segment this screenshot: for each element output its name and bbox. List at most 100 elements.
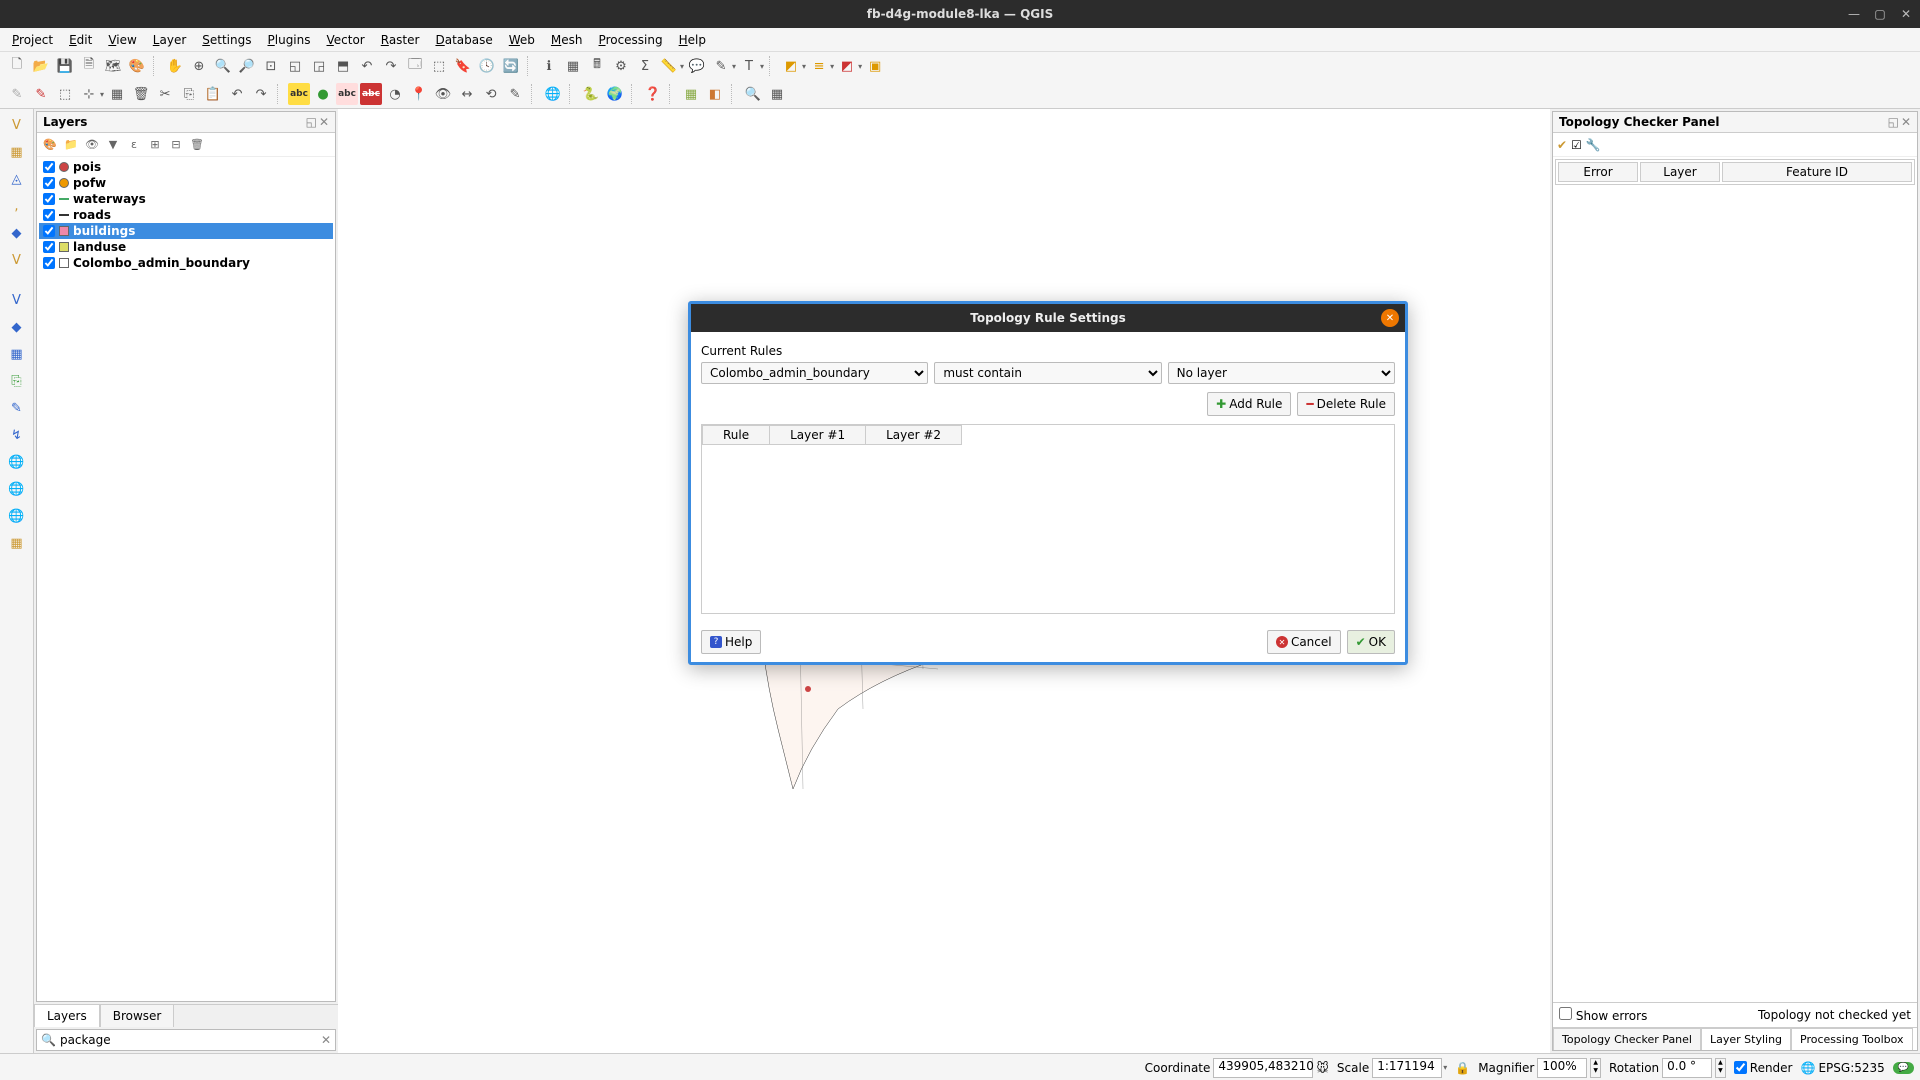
col-layer1[interactable]: Layer #1	[770, 426, 866, 445]
delete-rule-button[interactable]: ━Delete Rule	[1297, 392, 1395, 416]
menu-mesh[interactable]: Mesh	[543, 30, 591, 50]
new-shapefile-icon[interactable]: V	[5, 288, 29, 312]
vertex-tool-icon[interactable]: ⊹	[78, 83, 100, 105]
expand-all-icon[interactable]: ⊞	[146, 136, 164, 154]
label-show-icon[interactable]: 👁	[432, 83, 454, 105]
undo-icon[interactable]: ↶	[226, 83, 248, 105]
layer-row-roads[interactable]: roads	[39, 207, 333, 223]
ok-button[interactable]: ✔OK	[1347, 630, 1395, 654]
menu-web[interactable]: Web	[501, 30, 543, 50]
wms-icon[interactable]: 🌐	[5, 450, 29, 474]
validate-all-icon[interactable]: ✔	[1557, 138, 1567, 152]
remove-layer-icon[interactable]: 🗑	[188, 136, 206, 154]
new-map-view-icon[interactable]: 🗔	[404, 55, 426, 77]
raster-layer-icon[interactable]: ▦	[5, 140, 29, 164]
open-attr-table-icon[interactable]: ▦	[562, 55, 584, 77]
paste-features-icon[interactable]: 📋	[202, 83, 224, 105]
layer-visibility-checkbox[interactable]	[43, 241, 55, 253]
panel-undock-icon[interactable]: ◱	[1888, 115, 1899, 129]
style-manager-icon[interactable]: 🎨	[126, 55, 148, 77]
zoom-out-icon[interactable]: 🔎	[236, 55, 258, 77]
new-virtual-icon[interactable]: ✎	[5, 396, 29, 420]
layer-visibility-checkbox[interactable]	[43, 225, 55, 237]
tab-browser[interactable]: Browser	[100, 1004, 175, 1027]
map-tips-icon[interactable]: 💬	[686, 55, 708, 77]
filter-legend-icon[interactable]: ▼	[104, 136, 122, 154]
layer-row-waterways[interactable]: waterways	[39, 191, 333, 207]
clear-locator-icon[interactable]: ✕	[321, 1033, 331, 1047]
spatialite-icon[interactable]: ◆	[5, 221, 29, 245]
panel-close-icon[interactable]: ✕	[1901, 115, 1911, 129]
pan-to-selection-icon[interactable]: ⊕	[188, 55, 210, 77]
georef-icon[interactable]: ▦	[766, 83, 788, 105]
layer-row-landuse[interactable]: landuse	[39, 239, 333, 255]
layer-style-icon[interactable]: 🎨	[41, 136, 59, 154]
coord-toggle-icon[interactable]: 🐭	[1316, 1061, 1329, 1075]
cancel-button[interactable]: ✕Cancel	[1267, 630, 1341, 654]
csv-layer-icon[interactable]: ,	[5, 194, 29, 218]
wcs-icon[interactable]: 🌐	[5, 477, 29, 501]
menu-help[interactable]: Help	[671, 30, 714, 50]
zoom-full-icon[interactable]: ⊡	[260, 55, 282, 77]
manage-visibility-icon[interactable]: 👁	[83, 136, 101, 154]
layer-row-buildings[interactable]: buildings	[39, 223, 333, 239]
zoom-in-icon[interactable]: 🔍	[212, 55, 234, 77]
virtual-layer-icon[interactable]: V	[5, 248, 29, 272]
layer-row-pofw[interactable]: pofw	[39, 175, 333, 191]
render-checkbox[interactable]: Render	[1734, 1061, 1793, 1075]
configure-icon[interactable]: 🔧	[1586, 138, 1601, 152]
stats-icon[interactable]: Σ	[634, 55, 656, 77]
zoom-layer-icon[interactable]: ◲	[308, 55, 330, 77]
temporal-icon[interactable]: 🕓	[476, 55, 498, 77]
diagram-icon[interactable]: ◔	[384, 83, 406, 105]
new-bookmark-icon[interactable]: 🔖	[452, 55, 474, 77]
menu-edit[interactable]: Edit	[61, 30, 100, 50]
toggle-editing-icon[interactable]: ✎	[6, 83, 28, 105]
layer1-select[interactable]: Colombo_admin_boundary	[701, 362, 928, 384]
topology-checker-icon[interactable]: ▦	[680, 83, 702, 105]
text-annotation-icon[interactable]: T	[738, 55, 760, 77]
tab-processing-toolbox[interactable]: Processing Toolbox	[1791, 1028, 1913, 1050]
identify-icon[interactable]: ℹ	[538, 55, 560, 77]
copy-features-icon[interactable]: ⎘	[178, 83, 200, 105]
new-gpkg-icon[interactable]: ▦	[5, 342, 29, 366]
layer-visibility-checkbox[interactable]	[43, 193, 55, 205]
window-close-icon[interactable]: ✕	[1898, 7, 1914, 21]
quickosm-icon[interactable]: 🌐	[542, 83, 564, 105]
window-minimize-icon[interactable]: —	[1846, 7, 1862, 21]
layout-manager-icon[interactable]: 🗺	[102, 55, 124, 77]
mesh-layer-icon[interactable]: ◬	[5, 167, 29, 191]
quick-query-icon[interactable]: 🔍	[742, 83, 764, 105]
zoom-selection-icon[interactable]: ◱	[284, 55, 306, 77]
pan-icon[interactable]: ✋	[164, 55, 186, 77]
new-3d-view-icon[interactable]: ⬚	[428, 55, 450, 77]
expression-filter-icon[interactable]: ε	[125, 136, 143, 154]
coord-input[interactable]: 439905,483210	[1213, 1058, 1313, 1078]
layer2-select[interactable]: No layer	[1168, 362, 1395, 384]
lock-scale-icon[interactable]: 🔒	[1455, 1061, 1470, 1075]
refresh-icon[interactable]: 🔄	[500, 55, 522, 77]
layer-tree[interactable]: pois pofw waterways roads buildings land…	[37, 157, 335, 1001]
layer-visibility-checkbox[interactable]	[43, 209, 55, 221]
zoom-next-icon[interactable]: ↷	[380, 55, 402, 77]
rotation-input[interactable]: 0.0 °	[1662, 1058, 1712, 1078]
redo-icon[interactable]: ↷	[250, 83, 272, 105]
window-maximize-icon[interactable]: ▢	[1872, 7, 1888, 21]
help-contents-icon[interactable]: ❓	[642, 83, 664, 105]
modify-attrs-icon[interactable]: ▦	[106, 83, 128, 105]
gps-icon[interactable]: ↯	[5, 423, 29, 447]
menu-project[interactable]: Project	[4, 30, 61, 50]
plugin-icon[interactable]: ◧	[704, 83, 726, 105]
wfs-icon[interactable]: 🌐	[5, 504, 29, 528]
open-project-icon[interactable]: 📂	[30, 55, 52, 77]
delete-selected-icon[interactable]: 🗑	[130, 83, 152, 105]
col-feature-id[interactable]: Feature ID	[1722, 162, 1912, 182]
crs-button[interactable]: 🌐 EPSG:5235	[1801, 1061, 1885, 1075]
panel-undock-icon[interactable]: ◱	[306, 115, 317, 129]
toolbox-icon[interactable]: ⚙	[610, 55, 632, 77]
python-console-icon[interactable]: 🐍	[580, 83, 602, 105]
vector-layer-icon[interactable]: V	[5, 113, 29, 137]
label-rule-icon[interactable]: ●	[312, 83, 334, 105]
menu-database[interactable]: Database	[427, 30, 500, 50]
new-spatialite-icon[interactable]: ◆	[5, 315, 29, 339]
